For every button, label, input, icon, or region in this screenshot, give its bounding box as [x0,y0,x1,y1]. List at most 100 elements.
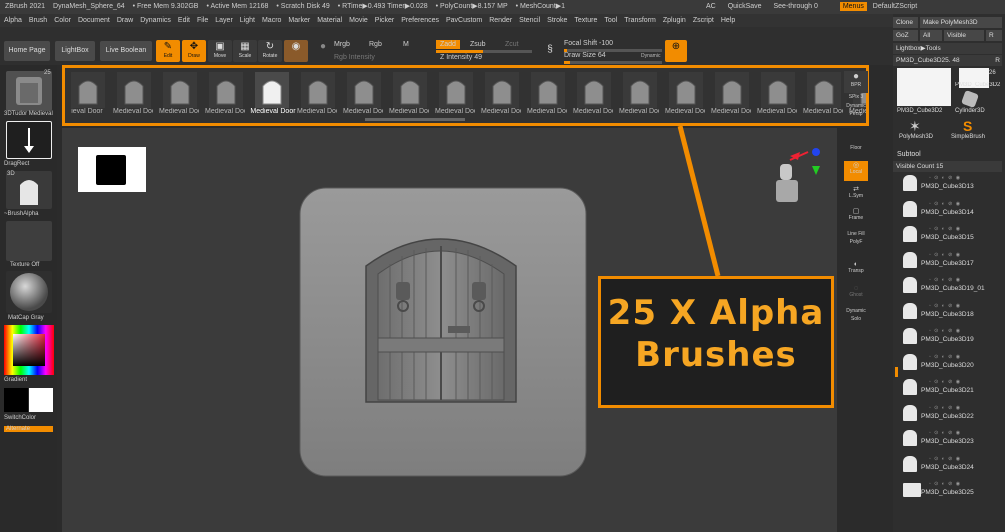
solo-button[interactable]: Solo [844,316,868,322]
clone-button[interactable]: Clone [893,17,918,28]
alpha-door-thumb-icon[interactable] [807,72,841,108]
subtool-visibility-icon[interactable]: ◦ ⊙ ◐ ⊘ ◉ [929,226,961,232]
dynamic-label[interactable]: Dynamic [641,53,660,59]
strip-scroll-arrow[interactable] [365,118,465,121]
menus-button[interactable]: Menus [839,2,867,11]
simplebrush-icon[interactable]: S [963,118,972,134]
tool-thumb-cube-1[interactable] [897,68,951,106]
dynamic-toggle[interactable]: Dynamic [844,103,868,109]
r-button[interactable]: R [986,30,1002,41]
quicksave-button[interactable]: QuickSave [728,3,762,10]
menu-zplugin[interactable]: Zplugin [663,17,686,24]
menu-help[interactable]: Help [721,17,735,24]
menu-movie[interactable]: Movie [349,17,368,24]
subtool-visibility-icon[interactable]: ◦ ⊙ ◐ ⊘ ◉ [929,456,961,462]
see-through-slider[interactable]: See-through 0 [774,3,828,10]
alternate-button[interactable]: Alternate [4,426,53,432]
menu-preferences[interactable]: Preferences [401,17,439,24]
edit-button[interactable]: ✎ Edit [156,40,180,62]
alpha-door-thumb-icon[interactable] [255,72,289,108]
subtool-visibility-icon[interactable]: ◦ ⊙ ◐ ⊘ ◉ [929,175,961,181]
menu-dynamics[interactable]: Dynamics [140,17,171,24]
tool-thumb-cylinder[interactable] [961,90,979,108]
zsub-button[interactable]: Zsub [470,41,486,48]
material-swatch-button[interactable]: ◉ [284,40,308,62]
z-intensity-track[interactable] [436,50,532,53]
m-button[interactable]: M [403,41,409,48]
scale-button[interactable]: ▦ Scale [233,40,257,62]
menu-color[interactable]: Color [54,17,71,24]
subtool-row[interactable]: ◦ ⊙ ◐ ⊘ ◉ PM3D_Cube3D24 [901,455,997,479]
spotlight-icon-button[interactable]: § [540,43,560,61]
menu-brush[interactable]: Brush [29,17,47,24]
material-tile[interactable] [6,271,52,313]
subtool-scroll-indicator[interactable] [895,367,898,377]
menu-texture[interactable]: Texture [574,17,597,24]
alpha-door-thumb-icon[interactable] [117,72,151,108]
alpha-door-thumb-icon[interactable] [71,72,105,108]
subtool-visibility-icon[interactable]: ◦ ⊙ ◐ ⊘ ◉ [929,277,961,283]
alpha-door-thumb-icon[interactable] [577,72,611,108]
color-saturation-square[interactable] [13,334,45,366]
door-plane-model[interactable] [298,186,588,478]
secondary-color-swatch[interactable] [29,388,53,412]
local-button[interactable]: ◎ Local [844,161,868,181]
navigation-gyro[interactable] [768,142,828,212]
subtool-row[interactable]: ◦ ⊙ ◐ ⊘ ◉ PM3D_Cube3D21 [901,378,997,402]
zcut-button[interactable]: Zcut [505,41,519,48]
menu-marker[interactable]: Marker [288,17,310,24]
ac-label[interactable]: AC [706,3,716,10]
persp-button[interactable]: Persp [844,111,868,117]
subtool-visibility-icon[interactable]: ◦ ⊙ ◐ ⊘ ◉ [929,354,961,360]
subtool-visibility-icon[interactable]: ◦ ⊙ ◐ ⊘ ◉ [929,252,961,258]
zadd-button[interactable]: Zadd [436,40,460,49]
menu-light[interactable]: Light [240,17,255,24]
lsym-button[interactable]: ⇄ L.Sym [844,185,868,203]
alpha-door-thumb-icon[interactable] [761,72,795,108]
make-polymesh-button[interactable]: Make PolyMesh3D [920,17,1002,28]
subtool-row[interactable]: ◦ ⊙ ◐ ⊘ ◉ PM3D_Cube3D17 [901,251,997,275]
subtool-visibility-icon[interactable]: ◦ ⊙ ◐ ⊘ ◉ [929,328,961,334]
menu-transform[interactable]: Transform [624,17,656,24]
rgb-intensity-slider[interactable]: Rgb Intensity [334,54,375,61]
lightbox-button[interactable]: LightBox [55,41,95,61]
alpha-door-thumb-icon[interactable] [531,72,565,108]
dynamic-button[interactable]: ⊕ [665,40,687,62]
subtool-row[interactable]: ◦ ⊙ ◐ ⊘ ◉ PM3D_Cube3D20 [901,353,997,377]
subtool-row[interactable]: ◦ ⊙ ◐ ⊘ ◉ PM3D_Cube3D18 [901,302,997,326]
subtool-visibility-icon[interactable]: ◦ ⊙ ◐ ⊘ ◉ [929,430,961,436]
menu-stroke[interactable]: Stroke [547,17,567,24]
menu-edit[interactable]: Edit [178,17,190,24]
rotate-button[interactable]: ↻ Rotate [258,40,282,62]
visible-button[interactable]: Visible [944,30,984,41]
mrgb-button[interactable]: Mrgb [334,41,350,48]
subtool-visibility-icon[interactable]: ◦ ⊙ ◐ ⊘ ◉ [929,379,961,385]
all-button[interactable]: All [920,30,942,41]
bpr-button[interactable]: ● BPR [844,71,868,93]
subtool-visibility-icon[interactable]: ◦ ⊙ ◐ ⊘ ◉ [929,303,961,309]
subtool-row[interactable]: ◦ ⊙ ◐ ⊘ ◉ PM3D_Cube3D25 [901,480,997,504]
draw-button[interactable]: ✥ Draw [182,40,206,62]
menu-document[interactable]: Document [78,17,110,24]
current-tool-slider[interactable]: PM3D_Cube3D25. 48 R [893,55,1002,66]
home-page-button[interactable]: Home Page [4,41,50,61]
menu-zscript[interactable]: Zscript [693,17,714,24]
menu-picker[interactable]: Picker [375,17,394,24]
stroke-tile[interactable] [6,121,52,159]
alpha-door-thumb-icon[interactable] [301,72,335,108]
ghost-button[interactable]: ◌ Ghost [844,285,868,303]
main-color-swatch[interactable] [4,388,28,412]
subtool-row[interactable]: ◦ ⊙ ◐ ⊘ ◉ PM3D_Cube3D15 [901,225,997,249]
alpha-door-thumb-icon[interactable] [485,72,519,108]
subtool-row[interactable]: ◦ ⊙ ◐ ⊘ ◉ PM3D_Cube3D22 [901,404,997,428]
material-sphere-button[interactable]: ● [311,40,335,62]
menu-layer[interactable]: Layer [215,17,233,24]
spix-slider[interactable]: SPix 3 [844,94,868,100]
subtool-visibility-icon[interactable]: ◦ ⊙ ◐ ⊘ ◉ [929,481,961,487]
polymesh-star-icon[interactable]: ✶ [909,118,921,135]
alpha-door-thumb-icon[interactable] [209,72,243,108]
menu-stencil[interactable]: Stencil [519,17,540,24]
frame-button[interactable]: ▢ Frame [844,207,868,225]
menu-draw[interactable]: Draw [117,17,133,24]
floor-button[interactable]: Floor [844,145,868,157]
